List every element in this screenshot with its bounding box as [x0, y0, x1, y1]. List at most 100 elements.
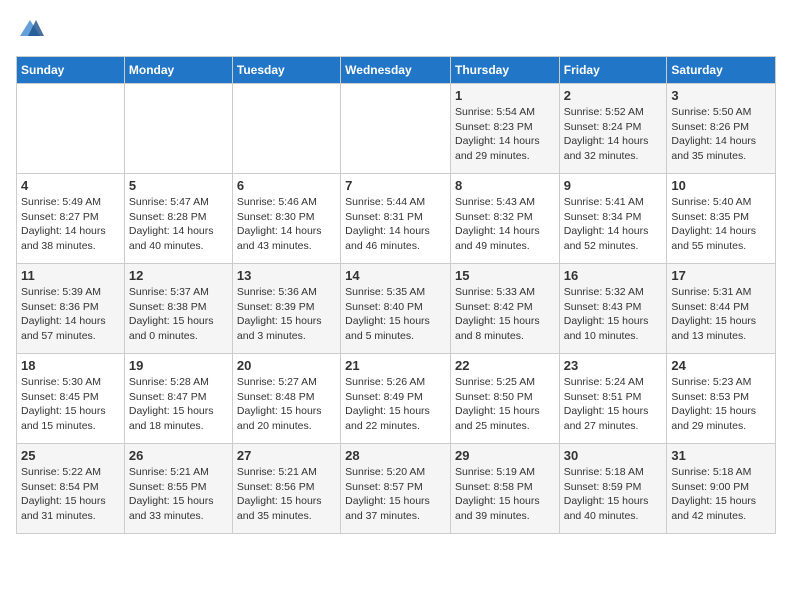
- day-info: Sunrise: 5:20 AM Sunset: 8:57 PM Dayligh…: [345, 465, 446, 524]
- day-number: 9: [564, 178, 663, 193]
- day-info: Sunrise: 5:40 AM Sunset: 8:35 PM Dayligh…: [671, 195, 771, 254]
- day-number: 12: [129, 268, 228, 283]
- day-info: Sunrise: 5:50 AM Sunset: 8:26 PM Dayligh…: [671, 105, 771, 164]
- calendar-cell: [232, 84, 340, 174]
- calendar-cell: 2 Sunrise: 5:52 AM Sunset: 8:24 PM Daylig…: [559, 84, 667, 174]
- day-number: 20: [237, 358, 336, 373]
- day-number: 24: [671, 358, 771, 373]
- calendar-week-5: 25 Sunrise: 5:22 AM Sunset: 8:54 PM Dayli…: [17, 444, 776, 534]
- day-number: 8: [455, 178, 555, 193]
- calendar-cell: 24Sunrise: 5:23 AM Sunset: 8:53 PM Dayli…: [667, 354, 776, 444]
- day-number: 18: [21, 358, 120, 373]
- day-number: 2: [564, 88, 663, 103]
- day-info: Sunrise: 5:19 AM Sunset: 8:58 PM Dayligh…: [455, 465, 555, 524]
- calendar-cell: 12Sunrise: 5:37 AM Sunset: 8:38 PM Dayli…: [124, 264, 232, 354]
- day-info: Sunrise: 5:21 AM Sunset: 8:56 PM Dayligh…: [237, 465, 336, 524]
- weekday-header-friday: Friday: [559, 57, 667, 84]
- calendar-cell: 14Sunrise: 5:35 AM Sunset: 8:40 PM Dayli…: [341, 264, 451, 354]
- day-number: 15: [455, 268, 555, 283]
- page-header: [16, 16, 776, 44]
- day-info: Sunrise: 5:18 AM Sunset: 9:00 PM Dayligh…: [671, 465, 771, 524]
- logo-icon: [16, 16, 44, 44]
- day-info: Sunrise: 5:44 AM Sunset: 8:31 PM Dayligh…: [345, 195, 446, 254]
- day-info: Sunrise: 5:43 AM Sunset: 8:32 PM Dayligh…: [455, 195, 555, 254]
- day-number: 11: [21, 268, 120, 283]
- calendar-cell: 6 Sunrise: 5:46 AM Sunset: 8:30 PM Daylig…: [232, 174, 340, 264]
- day-info: Sunrise: 5:30 AM Sunset: 8:45 PM Dayligh…: [21, 375, 120, 434]
- calendar-cell: 5 Sunrise: 5:47 AM Sunset: 8:28 PM Daylig…: [124, 174, 232, 264]
- calendar-cell: 8 Sunrise: 5:43 AM Sunset: 8:32 PM Daylig…: [450, 174, 559, 264]
- calendar-cell: 21 Sunrise: 5:26 AM Sunset: 8:49 PM Dayli…: [341, 354, 451, 444]
- calendar-cell: 26Sunrise: 5:21 AM Sunset: 8:55 PM Dayli…: [124, 444, 232, 534]
- day-info: Sunrise: 5:52 AM Sunset: 8:24 PM Dayligh…: [564, 105, 663, 164]
- day-number: 25: [21, 448, 120, 463]
- day-number: 6: [237, 178, 336, 193]
- calendar-cell: 1Sunrise: 5:54 AM Sunset: 8:23 PM Daylig…: [450, 84, 559, 174]
- calendar-cell: 10 Sunrise: 5:40 AM Sunset: 8:35 PM Dayli…: [667, 174, 776, 264]
- day-number: 17: [671, 268, 771, 283]
- day-info: Sunrise: 5:28 AM Sunset: 8:47 PM Dayligh…: [129, 375, 228, 434]
- calendar-cell: 25 Sunrise: 5:22 AM Sunset: 8:54 PM Dayli…: [17, 444, 125, 534]
- day-info: Sunrise: 5:18 AM Sunset: 8:59 PM Dayligh…: [564, 465, 663, 524]
- day-info: Sunrise: 5:27 AM Sunset: 8:48 PM Dayligh…: [237, 375, 336, 434]
- day-number: 10: [671, 178, 771, 193]
- calendar-cell: 17 Sunrise: 5:31 AM Sunset: 8:44 PM Dayli…: [667, 264, 776, 354]
- weekday-header-thursday: Thursday: [450, 57, 559, 84]
- calendar-week-2: 4Sunrise: 5:49 AM Sunset: 8:27 PM Daylig…: [17, 174, 776, 264]
- calendar-cell: [17, 84, 125, 174]
- calendar-cell: 30 Sunrise: 5:18 AM Sunset: 8:59 PM Dayli…: [559, 444, 667, 534]
- day-info: Sunrise: 5:32 AM Sunset: 8:43 PM Dayligh…: [564, 285, 663, 344]
- calendar-cell: 29 Sunrise: 5:19 AM Sunset: 8:58 PM Dayli…: [450, 444, 559, 534]
- day-info: Sunrise: 5:46 AM Sunset: 8:30 PM Dayligh…: [237, 195, 336, 254]
- day-number: 30: [564, 448, 663, 463]
- day-number: 31: [671, 448, 771, 463]
- weekday-header-monday: Monday: [124, 57, 232, 84]
- day-number: 27: [237, 448, 336, 463]
- day-number: 28: [345, 448, 446, 463]
- day-number: 23: [564, 358, 663, 373]
- calendar-cell: 23 Sunrise: 5:24 AM Sunset: 8:51 PM Dayli…: [559, 354, 667, 444]
- day-number: 22: [455, 358, 555, 373]
- calendar-cell: [341, 84, 451, 174]
- day-number: 4: [21, 178, 120, 193]
- calendar-cell: 9Sunrise: 5:41 AM Sunset: 8:34 PM Daylig…: [559, 174, 667, 264]
- day-number: 21: [345, 358, 446, 373]
- day-info: Sunrise: 5:24 AM Sunset: 8:51 PM Dayligh…: [564, 375, 663, 434]
- calendar-cell: 13 Sunrise: 5:36 AM Sunset: 8:39 PM Dayli…: [232, 264, 340, 354]
- logo: [16, 16, 48, 44]
- day-number: 14: [345, 268, 446, 283]
- day-info: Sunrise: 5:26 AM Sunset: 8:49 PM Dayligh…: [345, 375, 446, 434]
- day-info: Sunrise: 5:39 AM Sunset: 8:36 PM Dayligh…: [21, 285, 120, 344]
- calendar-cell: 4Sunrise: 5:49 AM Sunset: 8:27 PM Daylig…: [17, 174, 125, 264]
- day-number: 1: [455, 88, 555, 103]
- day-info: Sunrise: 5:33 AM Sunset: 8:42 PM Dayligh…: [455, 285, 555, 344]
- day-number: 5: [129, 178, 228, 193]
- calendar-cell: [124, 84, 232, 174]
- day-info: Sunrise: 5:22 AM Sunset: 8:54 PM Dayligh…: [21, 465, 120, 524]
- calendar-week-4: 18 Sunrise: 5:30 AM Sunset: 8:45 PM Dayli…: [17, 354, 776, 444]
- calendar-cell: 22Sunrise: 5:25 AM Sunset: 8:50 PM Dayli…: [450, 354, 559, 444]
- calendar-week-1: 1Sunrise: 5:54 AM Sunset: 8:23 PM Daylig…: [17, 84, 776, 174]
- calendar-cell: 15 Sunrise: 5:33 AM Sunset: 8:42 PM Dayli…: [450, 264, 559, 354]
- day-number: 3: [671, 88, 771, 103]
- day-info: Sunrise: 5:47 AM Sunset: 8:28 PM Dayligh…: [129, 195, 228, 254]
- day-number: 29: [455, 448, 555, 463]
- weekday-header-row: SundayMondayTuesdayWednesdayThursdayFrid…: [17, 57, 776, 84]
- calendar-cell: 19 Sunrise: 5:28 AM Sunset: 8:47 PM Dayli…: [124, 354, 232, 444]
- weekday-header-saturday: Saturday: [667, 57, 776, 84]
- calendar-cell: 27 Sunrise: 5:21 AM Sunset: 8:56 PM Dayli…: [232, 444, 340, 534]
- weekday-header-sunday: Sunday: [17, 57, 125, 84]
- day-number: 7: [345, 178, 446, 193]
- calendar-week-3: 11 Sunrise: 5:39 AM Sunset: 8:36 PM Dayli…: [17, 264, 776, 354]
- day-number: 13: [237, 268, 336, 283]
- day-number: 19: [129, 358, 228, 373]
- calendar-table: SundayMondayTuesdayWednesdayThursdayFrid…: [16, 56, 776, 534]
- day-info: Sunrise: 5:21 AM Sunset: 8:55 PM Dayligh…: [129, 465, 228, 524]
- weekday-header-tuesday: Tuesday: [232, 57, 340, 84]
- day-info: Sunrise: 5:31 AM Sunset: 8:44 PM Dayligh…: [671, 285, 771, 344]
- calendar-cell: 16Sunrise: 5:32 AM Sunset: 8:43 PM Dayli…: [559, 264, 667, 354]
- calendar-cell: 3 Sunrise: 5:50 AM Sunset: 8:26 PM Daylig…: [667, 84, 776, 174]
- calendar-cell: 11 Sunrise: 5:39 AM Sunset: 8:36 PM Dayli…: [17, 264, 125, 354]
- day-info: Sunrise: 5:36 AM Sunset: 8:39 PM Dayligh…: [237, 285, 336, 344]
- calendar-cell: 31 Sunrise: 5:18 AM Sunset: 9:00 PM Dayli…: [667, 444, 776, 534]
